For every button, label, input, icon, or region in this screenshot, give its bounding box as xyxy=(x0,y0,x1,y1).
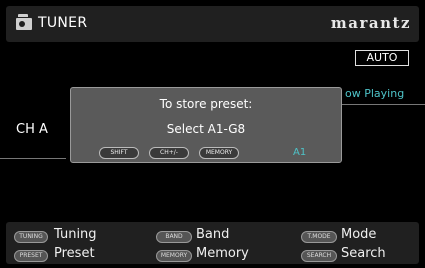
preset-label: Preset xyxy=(54,246,95,261)
search-button-chip[interactable]: SEARCH xyxy=(301,250,337,262)
tuner-icon xyxy=(16,14,32,30)
preset-button-chip[interactable]: PRESET xyxy=(14,250,48,262)
band-label: Band xyxy=(196,227,230,242)
title-bar: TUNER marantz xyxy=(6,6,419,42)
mode-label: Mode xyxy=(341,227,377,242)
screen-title: TUNER xyxy=(38,15,88,31)
auto-badge: AUTO xyxy=(355,50,409,66)
tuner-screen: TUNER marantz AUTO ow Playing CH A To st… xyxy=(0,0,425,268)
tmode-button-chip[interactable]: T.MODE xyxy=(301,231,337,243)
now-playing-label: ow Playing xyxy=(345,87,405,100)
dialog-message: To store preset: xyxy=(159,97,253,111)
tuning-label: Tuning xyxy=(54,227,97,242)
brand-logo: marantz xyxy=(330,14,411,32)
channel-divider xyxy=(0,158,66,159)
button-guide-bar: TUNING Tuning BAND Band T.MODE Mode PRES… xyxy=(6,222,419,264)
store-preset-dialog: To store preset: Select A1-G8 SHIFT CH+/… xyxy=(70,87,342,163)
search-label: Search xyxy=(341,246,386,261)
band-button-chip[interactable]: BAND xyxy=(156,231,192,243)
memory-button-chip[interactable]: MEMORY xyxy=(199,147,239,159)
now-playing-divider xyxy=(330,104,425,105)
memory-footer-chip[interactable]: MEMORY xyxy=(156,250,192,262)
shift-button-chip[interactable]: SHIFT xyxy=(99,147,139,159)
memory-label: Memory xyxy=(196,246,249,261)
dialog-instruction: Select A1-G8 xyxy=(166,122,246,136)
channel-label: CH A xyxy=(16,122,48,137)
tuning-button-chip[interactable]: TUNING xyxy=(14,231,48,243)
current-preset: A1 xyxy=(293,147,307,158)
channel-up-down-chip[interactable]: CH+/- xyxy=(149,147,189,159)
